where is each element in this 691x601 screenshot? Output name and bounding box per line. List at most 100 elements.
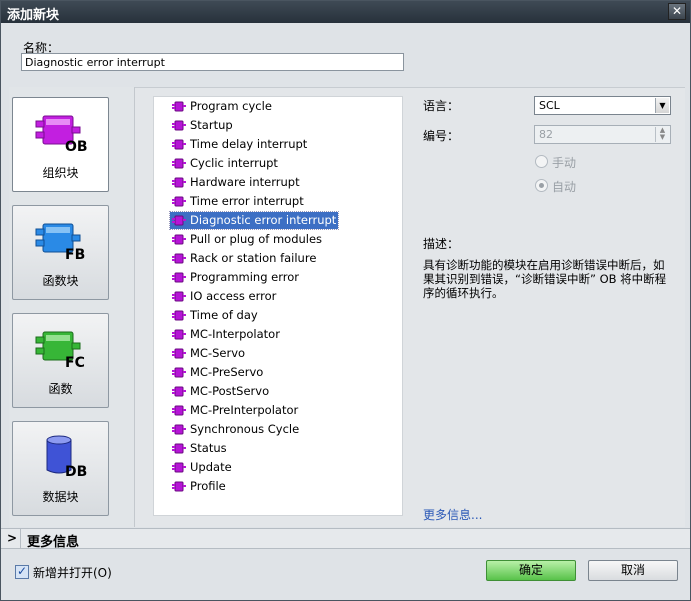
block-type-fc-button[interactable]: FC 函数 <box>12 313 109 408</box>
block-type-label: 组织块 <box>42 166 79 180</box>
ob-block-icon <box>172 329 186 340</box>
list-item[interactable]: Time error interrupt <box>170 193 306 210</box>
list-item-label: Time of day <box>190 308 258 322</box>
ob-block-icon <box>172 120 186 131</box>
list-item[interactable]: Program cycle <box>170 98 274 115</box>
list-item-label: Hardware interrupt <box>190 175 300 189</box>
ob-block-icon <box>172 310 186 321</box>
list-item[interactable]: MC-Interpolator <box>170 326 282 343</box>
list-item[interactable]: Startup <box>170 117 235 134</box>
list-item-label: Status <box>190 441 227 455</box>
auto-radio[interactable]: 自动 <box>534 178 624 194</box>
list-item-label: Pull or plug of modules <box>190 232 323 246</box>
list-item[interactable]: Time delay interrupt <box>170 136 309 153</box>
ob-block-icon <box>172 462 186 473</box>
list-item[interactable]: MC-PreInterpolator <box>170 402 300 419</box>
list-item-label: Startup <box>190 118 233 132</box>
ob-block-icon <box>172 139 186 150</box>
ob-block-icon <box>172 196 186 207</box>
svg-text:FB: FB <box>65 247 85 262</box>
list-item[interactable]: Synchronous Cycle <box>170 421 301 438</box>
block-type-ob-button[interactable]: OB 组织块 <box>12 97 109 192</box>
svg-text:FC: FC <box>65 355 85 370</box>
ob-block-icon <box>172 215 186 226</box>
block-type-label: 数据块 <box>42 490 79 504</box>
list-item[interactable]: MC-PostServo <box>170 383 271 400</box>
ob-block-icon <box>172 234 186 245</box>
list-item-label: Profile <box>190 479 226 493</box>
list-item[interactable]: Pull or plug of modules <box>170 231 324 248</box>
chevron-right-icon[interactable]: > <box>7 531 17 545</box>
chevron-down-icon[interactable]: ▼ <box>655 98 669 113</box>
list-item-label: IO access error <box>190 289 277 303</box>
dialog-titlebar: 添加新块 ✕ <box>1 1 690 23</box>
manual-radio[interactable]: 手动 <box>534 154 624 170</box>
svg-text:DB: DB <box>65 464 87 478</box>
list-item[interactable]: Cyclic interrupt <box>170 155 280 172</box>
list-item[interactable]: Programming error <box>170 269 301 286</box>
list-item[interactable]: MC-Servo <box>170 345 247 362</box>
divider <box>20 529 21 548</box>
ob-block-icon <box>172 405 186 416</box>
ob-block-icon <box>172 386 186 397</box>
ob-block-icon <box>172 443 186 454</box>
list-item-label: MC-PreInterpolator <box>190 403 299 417</box>
spin-arrows-icon: ▲ ▼ <box>655 127 669 142</box>
list-item-label: Program cycle <box>190 99 272 113</box>
number-stepper: 82 ▲ ▼ <box>534 125 671 144</box>
auto-radio-label: 自动 <box>552 180 577 194</box>
list-item-label: Rack or station failure <box>190 251 317 265</box>
ob-block-icon <box>172 348 186 359</box>
ob-block-icon <box>172 272 186 283</box>
list-item[interactable]: Rack or station failure <box>170 250 318 267</box>
number-value: 82 <box>539 128 553 141</box>
more-info-expander[interactable]: > 更多信息 <box>1 528 690 550</box>
more-info-title: 更多信息 <box>27 535 80 550</box>
list-item[interactable]: Time of day <box>170 307 260 324</box>
number-label: 编号： <box>423 129 460 143</box>
list-item[interactable]: Update <box>170 459 234 476</box>
ob-block-icon <box>172 291 186 302</box>
description-text: 具有诊断功能的模块在启用诊断错误中断后，如果其识别到错误，“诊断错误中断” OB… <box>423 258 667 300</box>
list-item[interactable]: IO access error <box>170 288 278 305</box>
name-input[interactable] <box>21 53 404 71</box>
manual-radio-label: 手动 <box>552 156 577 170</box>
list-item-label: MC-Interpolator <box>190 327 280 341</box>
list-item-label: Update <box>190 460 232 474</box>
list-item-label: Time delay interrupt <box>190 137 308 151</box>
language-label: 语言： <box>423 99 460 113</box>
add-and-open-checkbox[interactable] <box>15 564 29 579</box>
list-item-label: Programming error <box>190 270 300 284</box>
language-value: SCL <box>539 99 560 112</box>
language-select[interactable]: SCL ▼ <box>534 96 671 115</box>
function-icon: FC <box>35 331 85 370</box>
list-item-label: MC-PostServo <box>190 384 270 398</box>
block-type-db-button[interactable]: DB 数据块 <box>12 421 109 516</box>
block-type-label: 函数 <box>48 382 73 396</box>
ob-block-icon <box>172 253 186 264</box>
more-info-link[interactable]: 更多信息... <box>423 506 482 523</box>
organization-block-icon: OB <box>35 115 88 154</box>
ob-block-icon <box>172 158 186 169</box>
dialog-title: 添加新块 <box>7 8 60 23</box>
ok-button[interactable]: 确定 <box>486 560 576 581</box>
ob-block-icon <box>172 481 186 492</box>
block-type-fb-button[interactable]: FB 函数块 <box>12 205 109 300</box>
close-icon[interactable]: ✕ <box>668 3 686 20</box>
list-item[interactable]: Status <box>170 440 229 457</box>
list-item[interactable]: MC-PreServo <box>170 364 265 381</box>
list-item-label: MC-Servo <box>190 346 246 360</box>
description-label: 描述： <box>423 237 460 251</box>
list-item-label: Synchronous Cycle <box>190 422 300 436</box>
list-item[interactable]: Diagnostic error interrupt <box>168 211 340 230</box>
svg-text:OB: OB <box>65 139 88 154</box>
ob-block-icon <box>172 177 186 188</box>
ob-block-icon <box>172 424 186 435</box>
list-item-label: MC-PreServo <box>190 365 264 379</box>
list-item-label: Time error interrupt <box>190 194 304 208</box>
list-item[interactable]: Hardware interrupt <box>170 174 302 191</box>
list-item-label: Cyclic interrupt <box>190 156 278 170</box>
cancel-button[interactable]: 取消 <box>588 560 678 581</box>
list-item[interactable]: Profile <box>170 478 228 495</box>
ob-block-icon <box>172 367 186 378</box>
